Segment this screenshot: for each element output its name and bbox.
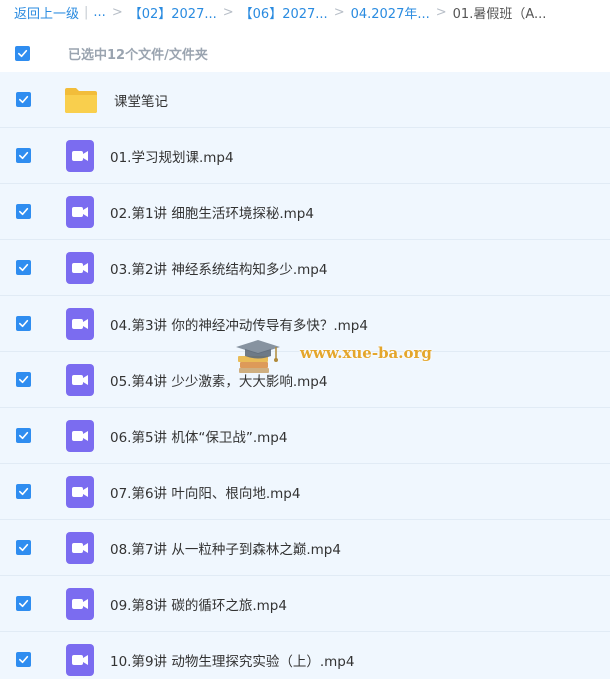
video-icon-wrap (66, 139, 94, 172)
row-checkbox[interactable] (16, 92, 31, 107)
row-checkbox[interactable] (16, 260, 31, 275)
row-checkbox[interactable] (16, 484, 31, 499)
chevron-right-icon: > (111, 4, 123, 20)
file-row[interactable]: 04.第3讲 你的神经冲动传导有多快？.mp4 (0, 296, 610, 352)
file-name[interactable]: 07.第6讲 叶向阳、根向地.mp4 (110, 482, 300, 502)
video-icon-wrap (66, 363, 94, 396)
check-icon (19, 263, 29, 272)
video-icon-wrap (66, 195, 94, 228)
check-icon (19, 375, 29, 384)
file-row[interactable]: 06.第5讲 机体“保卫战”.mp4 (0, 408, 610, 464)
file-name[interactable]: 10.第9讲 动物生理探究实验（上）.mp4 (110, 650, 354, 670)
check-icon (19, 655, 29, 664)
video-file-icon (66, 363, 94, 396)
select-all-checkbox[interactable] (15, 45, 30, 61)
file-list: 课堂笔记 01.学习规划课.mp4 02.第1讲 细胞生活环境探秘.mp4 03.第2… (0, 72, 610, 679)
file-name[interactable]: 01.学习规划课.mp4 (110, 146, 234, 166)
video-file-icon (66, 531, 94, 564)
folder-icon-wrap (64, 84, 98, 116)
file-name[interactable]: 03.第2讲 神经系统结构知多少.mp4 (110, 258, 327, 278)
video-icon-wrap (66, 419, 94, 452)
file-row[interactable]: 10.第9讲 动物生理探究实验（上）.mp4 (0, 632, 610, 679)
check-icon (19, 319, 29, 328)
check-icon (19, 599, 29, 608)
video-file-icon (66, 419, 94, 452)
row-checkbox[interactable] (16, 316, 31, 331)
check-icon (18, 49, 28, 57)
file-name[interactable]: 04.第3讲 你的神经冲动传导有多快？.mp4 (110, 314, 368, 334)
file-name[interactable]: 课堂笔记 (114, 90, 168, 110)
file-name[interactable]: 06.第5讲 机体“保卫战”.mp4 (110, 426, 287, 446)
check-icon (19, 431, 29, 440)
video-icon-wrap (66, 475, 94, 508)
video-file-icon (66, 643, 94, 676)
selection-count-label: 已选中12个文件/文件夹 (68, 47, 208, 63)
video-icon-wrap (66, 643, 94, 676)
breadcrumb-item-3[interactable]: 04.2027年... (351, 3, 430, 22)
file-name[interactable]: 08.第7讲 从一粒种子到森林之巅.mp4 (110, 538, 341, 558)
video-file-icon (66, 587, 94, 620)
folder-row[interactable]: 课堂笔记 (0, 72, 610, 128)
video-file-icon (66, 307, 94, 340)
video-file-icon (66, 139, 94, 172)
chevron-right-icon: > (333, 4, 345, 20)
video-file-icon (66, 475, 94, 508)
check-icon (19, 543, 29, 552)
chevron-right-icon: > (222, 4, 234, 20)
video-file-icon (66, 195, 94, 228)
row-checkbox[interactable] (16, 428, 31, 443)
file-row[interactable]: 01.学习规划课.mp4 (0, 128, 610, 184)
row-checkbox[interactable] (16, 596, 31, 611)
check-icon (19, 207, 29, 216)
file-row[interactable]: 09.第8讲 碳的循环之旅.mp4 (0, 576, 610, 632)
row-checkbox[interactable] (16, 372, 31, 387)
row-checkbox[interactable] (16, 540, 31, 555)
check-icon (19, 487, 29, 496)
file-row[interactable]: 07.第6讲 叶向阳、根向地.mp4 (0, 464, 610, 520)
breadcrumb-item-2[interactable]: 【06】2027... (240, 3, 328, 22)
video-icon-wrap (66, 587, 94, 620)
file-row[interactable]: 03.第2讲 神经系统结构知多少.mp4 (0, 240, 610, 296)
check-icon (19, 95, 29, 104)
breadcrumb-ellipsis[interactable]: ... (93, 5, 105, 20)
row-checkbox[interactable] (16, 148, 31, 163)
video-icon-wrap (66, 531, 94, 564)
row-checkbox[interactable] (16, 204, 31, 219)
video-file-icon (66, 251, 94, 284)
back-link[interactable]: 返回上一级 (14, 3, 79, 22)
video-icon-wrap (66, 251, 94, 284)
file-row[interactable]: 02.第1讲 细胞生活环境探秘.mp4 (0, 184, 610, 240)
file-row[interactable]: 05.第4讲 少少激素，大大影响.mp4 (0, 352, 610, 408)
breadcrumb-current: 01.暑假班（A... (452, 6, 547, 22)
selection-bar: 已选中12个文件/文件夹 (0, 38, 610, 68)
file-name[interactable]: 09.第8讲 碳的循环之旅.mp4 (110, 594, 287, 614)
folder-icon (65, 87, 97, 113)
chevron-right-icon: > (435, 4, 447, 20)
row-checkbox[interactable] (16, 652, 31, 667)
breadcrumb: 返回上一级 | ... > 【02】2027... > 【06】2027... … (0, 0, 610, 24)
file-name[interactable]: 02.第1讲 细胞生活环境探秘.mp4 (110, 202, 314, 222)
video-icon-wrap (66, 307, 94, 340)
breadcrumb-item-1[interactable]: 【02】2027... (129, 3, 217, 22)
breadcrumb-divider: | (84, 4, 89, 20)
file-row[interactable]: 08.第7讲 从一粒种子到森林之巅.mp4 (0, 520, 610, 576)
file-name[interactable]: 05.第4讲 少少激素，大大影响.mp4 (110, 370, 327, 390)
check-icon (19, 151, 29, 160)
